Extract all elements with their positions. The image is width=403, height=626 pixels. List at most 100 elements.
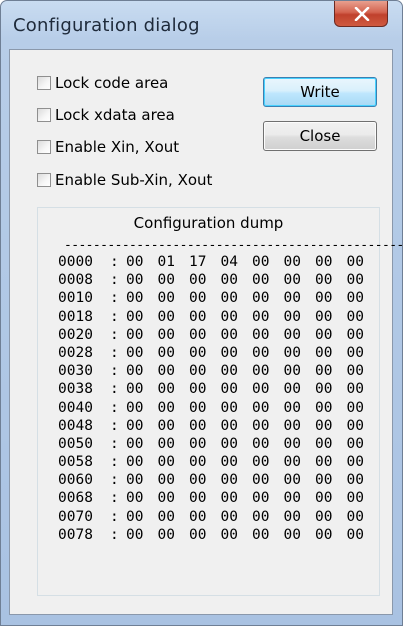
dump-byte: 00: [346, 417, 364, 434]
dump-separator: :: [110, 308, 119, 325]
option-enable-xin-xout[interactable]: Enable Xin, Xout: [37, 136, 179, 158]
dump-byte: 00: [315, 363, 333, 380]
configuration-dump-panel: Configuration dump ---------------------…: [37, 207, 403, 596]
dump-byte: 00: [315, 399, 333, 416]
dump-byte: 00: [283, 272, 301, 289]
dump-row: 0048:00 00 00 00 00 00 00 00: [58, 417, 378, 435]
option-lock-xdata-area[interactable]: Lock xdata area: [37, 104, 175, 126]
dump-byte: 00: [283, 417, 301, 434]
dump-byte: 00: [126, 490, 144, 507]
dump-byte: 00: [189, 272, 207, 289]
dump-row: 0020:00 00 00 00 00 00 00 00: [58, 326, 378, 344]
dump-byte: 00: [346, 363, 364, 380]
dump-byte: 00: [126, 381, 144, 398]
dump-byte: 00: [252, 381, 270, 398]
dump-row: 0060:00 00 00 00 00 00 00 00: [58, 471, 378, 489]
dump-byte: 00: [252, 490, 270, 507]
dump-byte: 00: [220, 381, 238, 398]
close-button[interactable]: Close: [263, 121, 377, 151]
dump-byte: 00: [157, 308, 175, 325]
dump-separator: :: [110, 381, 119, 398]
dump-separator: :: [110, 435, 119, 452]
lock-xdata-area-checkbox[interactable]: [37, 108, 51, 122]
lock-code-area-checkbox[interactable]: [37, 76, 51, 90]
dialog-client-area: Lock code area Lock xdata area Enable Xi…: [9, 49, 403, 615]
dump-byte: 00: [252, 435, 270, 452]
dump-separator: :: [110, 454, 119, 471]
dump-byte: 00: [346, 272, 364, 289]
dump-row: 0050:00 00 00 00 00 00 00 00: [58, 435, 378, 453]
dump-byte: 00: [126, 472, 144, 489]
window-close-button[interactable]: [334, 1, 388, 27]
enable-xin-xout-label: Enable Xin, Xout: [55, 138, 180, 156]
dump-byte: 00: [189, 508, 207, 525]
dump-row: 0078:00 00 00 00 00 00 00 00: [58, 526, 378, 544]
dump-byte: 00: [315, 490, 333, 507]
dump-byte: 00: [157, 472, 175, 489]
dump-address: 0018: [58, 308, 93, 325]
dump-byte: 00: [220, 526, 238, 543]
dump-byte: 00: [126, 344, 144, 361]
dump-byte: 00: [220, 490, 238, 507]
dump-byte: 00: [220, 454, 238, 471]
dump-byte: 00: [220, 435, 238, 452]
option-enable-sub-xin-xout[interactable]: Enable Sub-Xin, Xout: [37, 169, 212, 191]
dump-byte: 00: [346, 254, 364, 270]
dump-byte: 00: [189, 454, 207, 471]
dump-separator: :: [110, 344, 119, 361]
dump-byte: 00: [157, 363, 175, 380]
lock-xdata-area-label: Lock xdata area: [55, 106, 175, 124]
dump-byte: 00: [346, 526, 364, 543]
dump-byte: 00: [252, 526, 270, 543]
dump-byte: 00: [189, 417, 207, 434]
dump-address: 0020: [58, 326, 93, 343]
dump-byte: 00: [283, 508, 301, 525]
dump-byte: 00: [157, 526, 175, 543]
dump-byte: 00: [283, 472, 301, 489]
dump-byte: 00: [189, 363, 207, 380]
dump-byte: 00: [126, 272, 144, 289]
dump-byte: 00: [315, 417, 333, 434]
dump-byte: 00: [126, 454, 144, 471]
dump-byte: 00: [157, 272, 175, 289]
dump-address: 0050: [58, 435, 93, 452]
dump-byte: 00: [252, 254, 270, 270]
dump-byte: 00: [252, 308, 270, 325]
dump-byte: 00: [126, 308, 144, 325]
dump-byte: 00: [283, 454, 301, 471]
dump-byte: 00: [189, 290, 207, 307]
dump-row: 0068:00 00 00 00 00 00 00 00: [58, 489, 378, 507]
dump-byte: 00: [189, 490, 207, 507]
enable-sub-xin-xout-checkbox[interactable]: [37, 173, 51, 187]
dump-byte: 00: [315, 272, 333, 289]
dump-byte: 00: [283, 490, 301, 507]
dump-byte: 00: [252, 326, 270, 343]
dump-row: 0038:00 00 00 00 00 00 00 00: [58, 380, 378, 398]
dump-byte: 00: [283, 326, 301, 343]
title-bar[interactable]: Configuration dialog: [1, 1, 402, 51]
dump-byte: 00: [220, 308, 238, 325]
dump-separator: :: [110, 272, 119, 289]
dump-byte: 00: [346, 490, 364, 507]
dump-separator: :: [110, 254, 119, 270]
dump-byte: 00: [157, 435, 175, 452]
dump-address: 0010: [58, 290, 93, 307]
dump-byte: 00: [315, 344, 333, 361]
write-button[interactable]: Write: [263, 77, 377, 107]
dump-address: 0038: [58, 381, 93, 398]
dump-address: 0008: [58, 272, 93, 289]
dump-address: 0058: [58, 454, 93, 471]
option-lock-code-area[interactable]: Lock code area: [37, 72, 168, 94]
dump-row: 0028:00 00 00 00 00 00 00 00: [58, 344, 378, 362]
dump-address: 0048: [58, 417, 93, 434]
dump-byte: 00: [220, 472, 238, 489]
dump-byte: 00: [315, 254, 333, 270]
dump-byte: 00: [252, 272, 270, 289]
dump-divider: ----------------------------------------…: [64, 238, 403, 253]
dump-byte: 00: [157, 508, 175, 525]
dump-byte: 00: [346, 290, 364, 307]
dump-row: 0008:00 00 00 00 00 00 00 00: [58, 271, 378, 289]
dump-byte: 00: [189, 344, 207, 361]
configuration-dialog-window: Configuration dialog Lock code area Lock…: [0, 0, 403, 626]
enable-xin-xout-checkbox[interactable]: [37, 140, 51, 154]
